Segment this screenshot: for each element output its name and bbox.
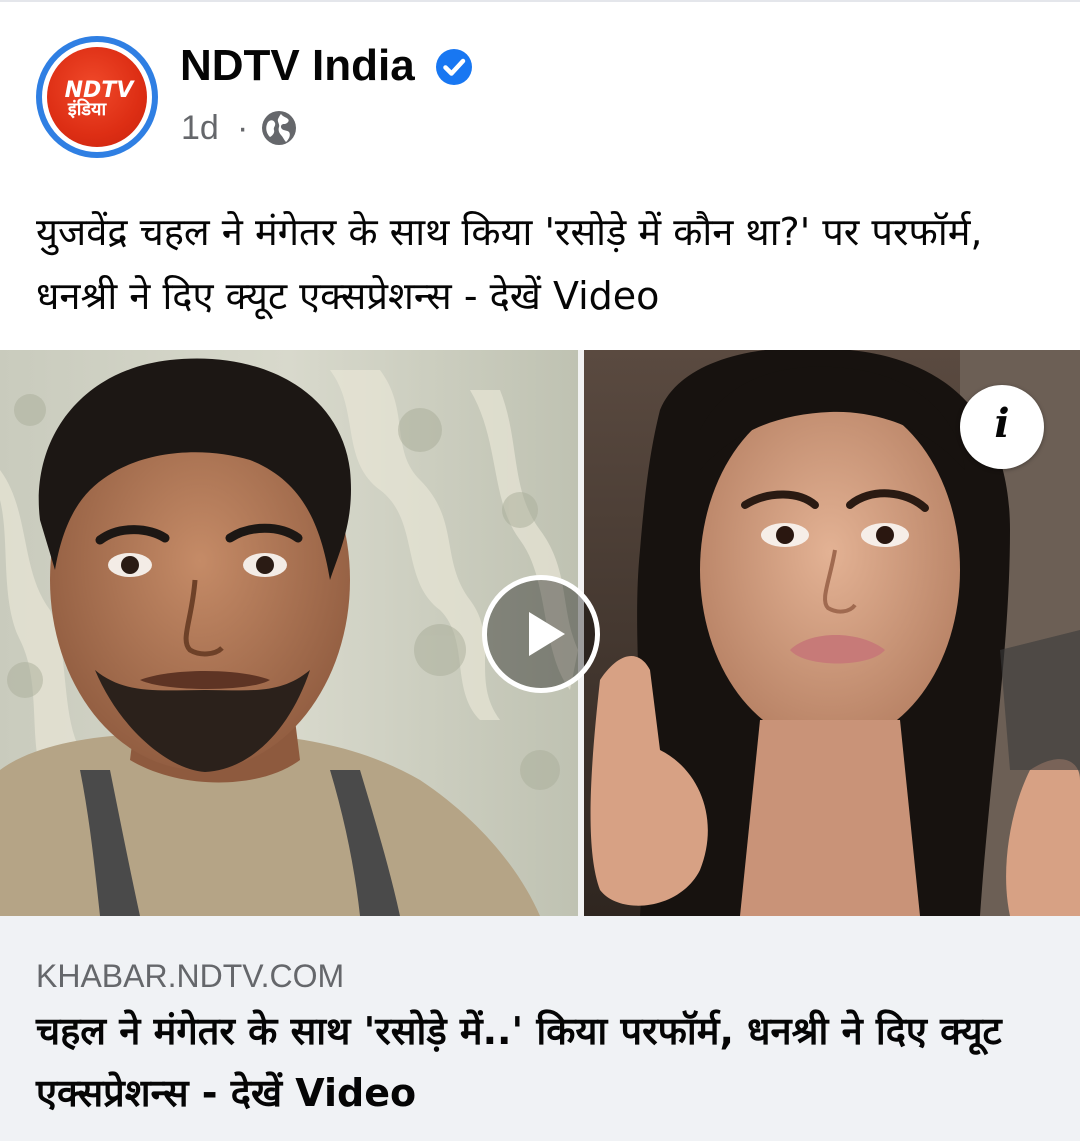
link-title: चहल ने मंगेतर के साथ 'रसोड़े में..' किया… bbox=[36, 1009, 1002, 1115]
svg-text:इंडिया: इंडिया bbox=[67, 98, 108, 120]
globe-icon bbox=[262, 111, 296, 145]
info-button[interactable]: i bbox=[960, 385, 1044, 469]
post-caption: युजवेंद्र चहल ने मंगेतर के साथ किया 'रसो… bbox=[36, 210, 983, 318]
link-preview[interactable]: KHABAR.NDTV.COM चहल ने मंगेतर के साथ 'रस… bbox=[0, 916, 1080, 1141]
ndtv-india-logo: NDTV इंडिया bbox=[47, 47, 147, 147]
post-timestamp[interactable]: 1d bbox=[181, 106, 219, 150]
divider bbox=[0, 0, 1080, 2]
link-domain: KHABAR.NDTV.COM bbox=[36, 958, 345, 994]
page-name[interactable]: NDTV India bbox=[180, 40, 415, 92]
verified-badge-icon bbox=[436, 49, 472, 85]
play-icon bbox=[529, 612, 565, 656]
feed-post: NDTV इंडिया NDTV India 1d · युजवेंद्र चह… bbox=[0, 0, 1080, 1141]
meta-separator: · bbox=[237, 109, 249, 147]
info-icon: i bbox=[994, 400, 1010, 447]
page-avatar[interactable]: NDTV इंडिया bbox=[36, 36, 158, 158]
play-button[interactable] bbox=[482, 575, 600, 693]
